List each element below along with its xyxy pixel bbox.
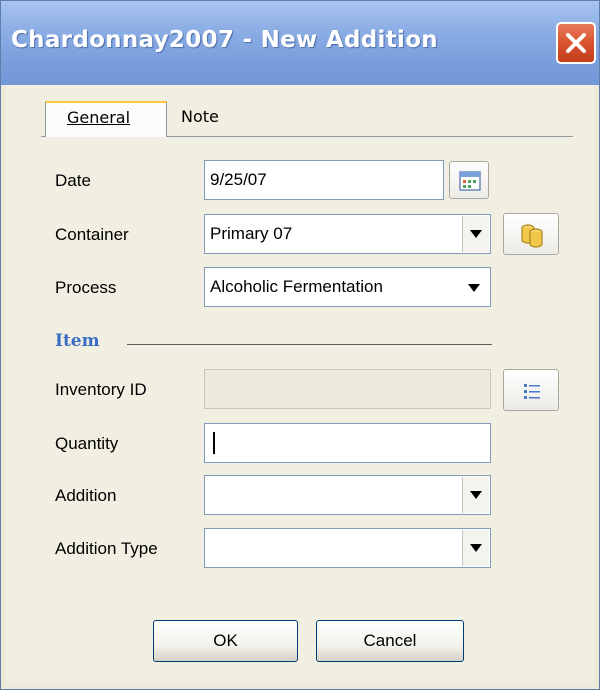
close-button[interactable] xyxy=(556,22,596,64)
container-select[interactable]: Primary 07 xyxy=(204,214,491,254)
tab-note-label: Note xyxy=(181,107,219,126)
item-section-title: Item xyxy=(55,331,100,351)
addition-type-dropdown-button[interactable] xyxy=(462,530,489,566)
process-select[interactable]: Alcoholic Fermentation xyxy=(204,267,491,307)
text-caret xyxy=(213,432,215,454)
inventory-id-label: Inventory ID xyxy=(55,380,147,399)
container-value: Primary 07 xyxy=(210,224,293,243)
containers-icon xyxy=(521,224,543,248)
tab-general-label: General xyxy=(67,108,131,127)
item-section-divider xyxy=(127,344,492,345)
date-label: Date xyxy=(55,171,91,190)
ok-button[interactable]: OK xyxy=(153,620,298,662)
dialog-window: Chardonnay2007 - New Addition General No… xyxy=(0,0,600,690)
date-value: 9/25/07 xyxy=(210,170,267,189)
inventory-id-field xyxy=(204,369,491,409)
list-icon xyxy=(524,384,540,399)
addition-type-label: Addition Type xyxy=(55,539,158,558)
date-field[interactable]: 9/25/07 xyxy=(204,160,444,200)
container-dropdown-button[interactable] xyxy=(462,216,489,252)
window-title: Chardonnay2007 - New Addition xyxy=(11,27,438,53)
addition-type-select[interactable] xyxy=(204,528,491,568)
addition-select[interactable] xyxy=(204,475,491,515)
container-label: Container xyxy=(55,225,129,244)
tab-general[interactable]: General xyxy=(45,101,167,137)
inventory-list-button[interactable] xyxy=(503,369,559,411)
calendar-button[interactable] xyxy=(449,161,489,199)
addition-dropdown-button[interactable] xyxy=(462,477,489,513)
containers-button[interactable] xyxy=(503,213,559,255)
process-dropdown-arrow[interactable] xyxy=(468,284,480,292)
process-value: Alcoholic Fermentation xyxy=(210,277,383,296)
title-bar[interactable]: Chardonnay2007 - New Addition xyxy=(1,1,599,85)
cancel-button[interactable]: Cancel xyxy=(316,620,464,662)
process-label: Process xyxy=(55,278,117,297)
calendar-icon xyxy=(459,171,481,191)
tab-note[interactable]: Note xyxy=(181,107,219,126)
quantity-label: Quantity xyxy=(55,434,119,453)
close-icon xyxy=(566,33,586,53)
addition-label: Addition xyxy=(55,486,117,505)
quantity-field[interactable] xyxy=(204,423,491,463)
